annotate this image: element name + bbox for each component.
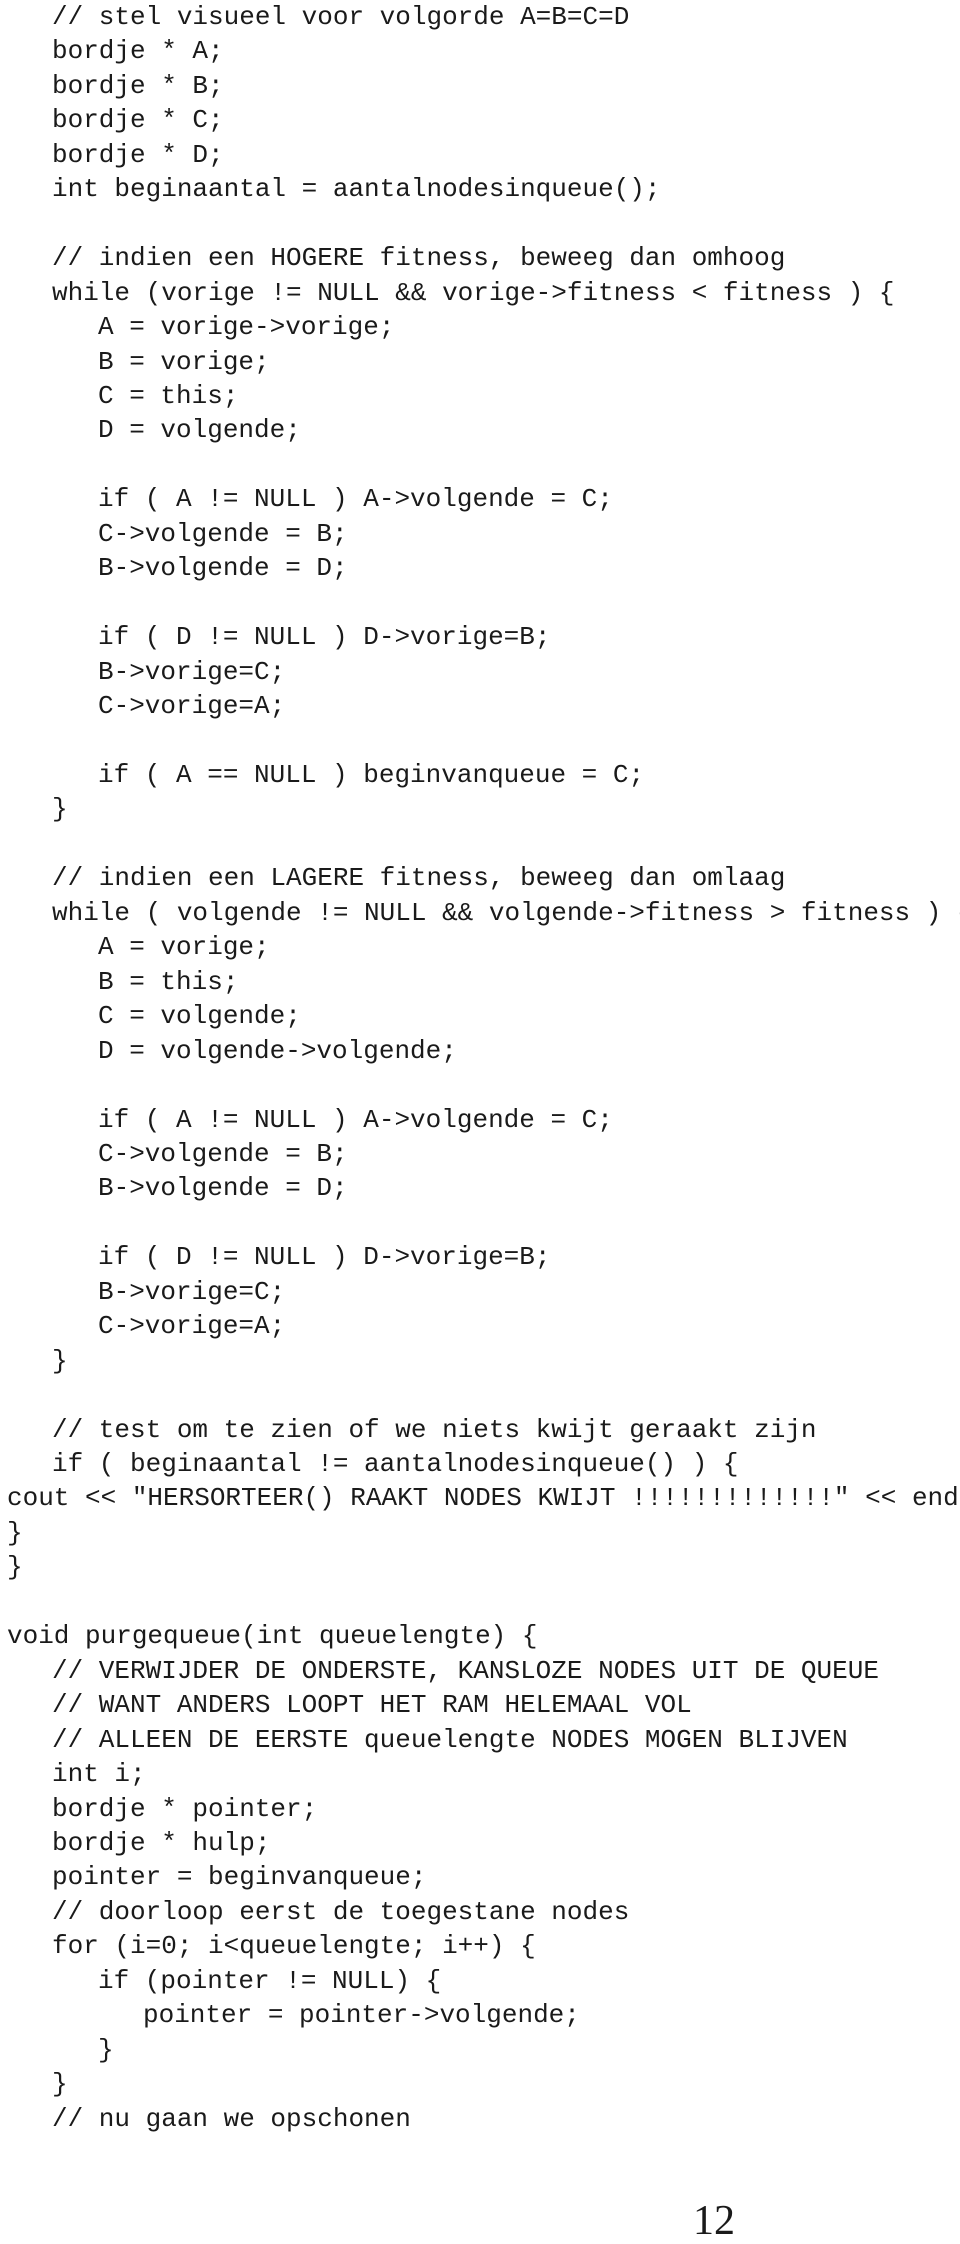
- code-line: }: [98, 2034, 114, 2065]
- code-line: bordje * A;: [52, 36, 224, 67]
- code-line: pointer = beginvanqueue;: [52, 1862, 427, 1893]
- code-line: bordje * pointer;: [52, 1793, 318, 1824]
- code-line: bordje * C;: [52, 105, 224, 136]
- code-line: B = vorige;: [98, 346, 270, 377]
- code-line: bordje * hulp;: [52, 1828, 271, 1859]
- code-line: A = vorige->vorige;: [98, 312, 395, 343]
- code-line: while ( volgende != NULL && volgende->fi…: [52, 897, 960, 928]
- code-line: C->vorige=A;: [98, 691, 286, 722]
- code-line: if (pointer != NULL) {: [98, 1965, 442, 1996]
- code-line: C->vorige=A;: [98, 1311, 286, 1342]
- code-line: if ( A == NULL ) beginvanqueue = C;: [98, 759, 645, 790]
- code-line: // ALLEEN DE EERSTE queuelengte NODES MO…: [52, 1724, 848, 1755]
- code-line: }: [7, 1517, 23, 1548]
- code-line: C->volgende = B;: [98, 518, 348, 549]
- code-line: for (i=0; i<queuelengte; i++) {: [52, 1931, 536, 1962]
- code-line: bordje * B;: [52, 70, 224, 101]
- code-line: C->volgende = B;: [98, 1138, 348, 1169]
- code-line: int i;: [52, 1759, 146, 1790]
- code-line: // test om te zien of we niets kwijt ger…: [52, 1414, 817, 1445]
- code-line: // doorloop eerst de toegestane nodes: [52, 1896, 630, 1927]
- code-listing: // stel visueel voor volgorde A=B=C=D bor…: [0, 0, 960, 2136]
- code-line: B->vorige=C;: [98, 1276, 286, 1307]
- code-line: }: [52, 794, 68, 825]
- code-line: C = this;: [98, 380, 239, 411]
- code-line: if ( A != NULL ) A->volgende = C;: [98, 1104, 613, 1135]
- code-line: // indien een HOGERE fitness, beweeg dan…: [52, 243, 786, 274]
- code-line: cout << "HERSORTEER() RAAKT NODES KWIJT …: [7, 1483, 960, 1514]
- code-line: B->vorige=C;: [98, 656, 286, 687]
- code-line: C = volgende;: [98, 1001, 301, 1032]
- code-line: B->volgende = D;: [98, 1173, 348, 1204]
- code-line: // indien een LAGERE fitness, beweeg dan…: [52, 863, 786, 894]
- code-line: if ( beginaantal != aantalnodesinqueue()…: [52, 1449, 739, 1480]
- code-line: void purgequeue(int queuelengte) {: [7, 1621, 538, 1652]
- code-line: // VERWIJDER DE ONDERSTE, KANSLOZE NODES…: [52, 1655, 879, 1686]
- code-line: }: [52, 2069, 68, 2100]
- code-line: // nu gaan we opschonen: [52, 2103, 411, 2134]
- code-line: if ( A != NULL ) A->volgende = C;: [98, 484, 613, 515]
- code-line: A = vorige;: [98, 932, 270, 963]
- code-line: // stel visueel voor volgorde A=B=C=D: [52, 2, 630, 32]
- code-line: bordje * D;: [52, 139, 224, 170]
- code-line: }: [52, 1345, 68, 1376]
- code-line: if ( D != NULL ) D->vorige=B;: [98, 622, 551, 653]
- code-line: while (vorige != NULL && vorige->fitness…: [52, 277, 895, 308]
- code-line: int beginaantal = aantalnodesinqueue();: [52, 174, 661, 205]
- code-line: D = volgende->volgende;: [98, 1035, 457, 1066]
- page-number: 12: [693, 2198, 735, 2244]
- code-line: D = volgende;: [98, 415, 301, 446]
- code-line: }: [7, 1552, 23, 1583]
- code-line: // WANT ANDERS LOOPT HET RAM HELEMAAL VO…: [52, 1690, 692, 1721]
- code-line: B->volgende = D;: [98, 553, 348, 584]
- code-line: B = this;: [98, 966, 239, 997]
- code-line: if ( D != NULL ) D->vorige=B;: [98, 1242, 551, 1273]
- code-line: pointer = pointer->volgende;: [143, 2000, 580, 2031]
